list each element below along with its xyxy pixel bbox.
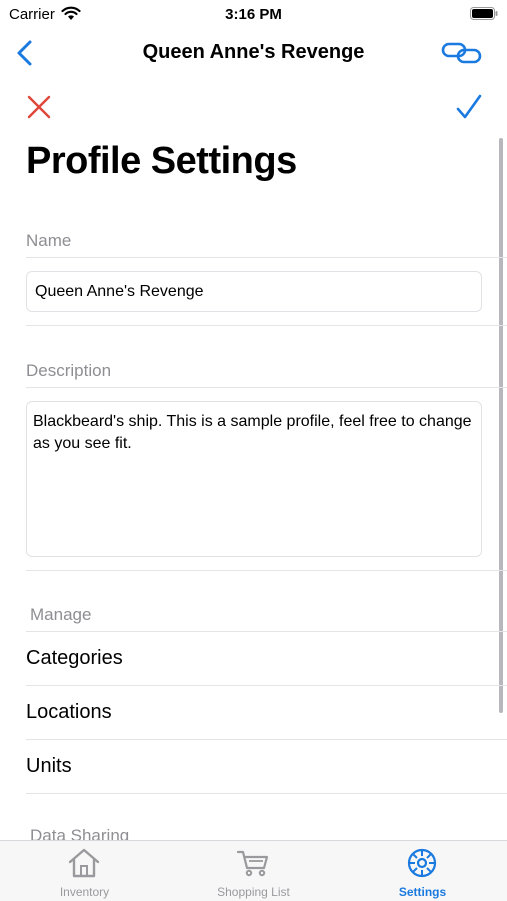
- divider: [26, 387, 507, 388]
- tab-label: Shopping List: [217, 885, 290, 899]
- description-field[interactable]: Blackbeard's ship. This is a sample prof…: [26, 401, 482, 557]
- edit-actions: [0, 88, 507, 128]
- manage-item-categories[interactable]: Categories: [26, 632, 507, 685]
- list-item-label: Locations: [26, 701, 112, 723]
- name-field-value: Queen Anne's Revenge: [35, 282, 204, 300]
- house-icon: [68, 848, 100, 878]
- cart-icon: [236, 850, 269, 877]
- navigation-bar: Queen Anne's Revenge: [0, 30, 507, 76]
- manage-item-locations[interactable]: Locations: [26, 686, 507, 739]
- tab-label: Inventory: [59, 885, 110, 899]
- tab-shopping-list[interactable]: Shopping List: [169, 841, 338, 901]
- close-icon[interactable]: [26, 94, 52, 120]
- list-item-label: Categories: [26, 647, 123, 669]
- list-item-label: Units: [26, 755, 72, 777]
- divider: [26, 570, 507, 571]
- tab-label: Settings: [398, 885, 447, 899]
- description-section-header: Description: [26, 361, 112, 380]
- scrollbar[interactable]: [499, 138, 503, 713]
- tab-settings[interactable]: Settings: [338, 841, 507, 901]
- description-field-value: Blackbeard's ship. This is a sample prof…: [33, 413, 472, 452]
- manage-item-units[interactable]: Units: [26, 740, 507, 793]
- tab-bar: Inventory Shopping List Settings: [0, 840, 507, 901]
- divider: [26, 793, 507, 794]
- tab-inventory[interactable]: Inventory: [0, 841, 169, 901]
- battery-icon: [470, 7, 498, 20]
- nav-title: Queen Anne's Revenge: [142, 41, 365, 63]
- name-field[interactable]: Queen Anne's Revenge: [26, 271, 482, 312]
- manage-section-header: Manage: [30, 605, 92, 624]
- link-icon[interactable]: [441, 40, 483, 66]
- divider: [26, 257, 507, 258]
- clock: 3:16 PM: [225, 6, 282, 23]
- divider: [26, 325, 507, 326]
- page-title: Profile Settings: [26, 140, 297, 182]
- checkmark-icon[interactable]: [454, 92, 484, 122]
- name-section-header: Name: [26, 231, 72, 250]
- status-bar: Carrier 3:16 PM: [0, 0, 507, 30]
- gear-icon: [407, 848, 437, 878]
